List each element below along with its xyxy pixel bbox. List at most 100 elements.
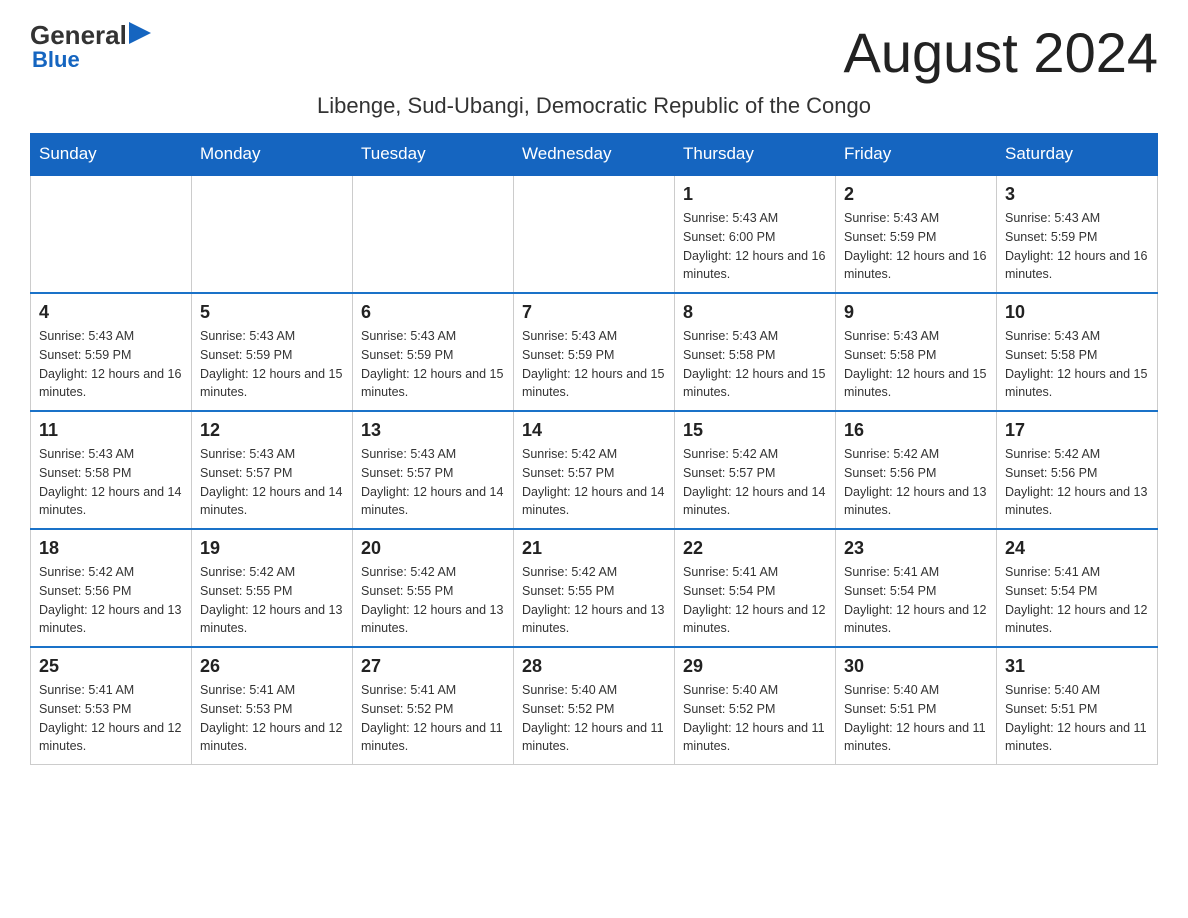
calendar-week-4: 18Sunrise: 5:42 AM Sunset: 5:56 PM Dayli… bbox=[31, 529, 1158, 647]
calendar-cell bbox=[353, 175, 514, 293]
day-number: 12 bbox=[200, 420, 344, 441]
day-number: 5 bbox=[200, 302, 344, 323]
calendar-cell: 31 Sunrise: 5:40 AM Sunset: 5:51 PM Dayli… bbox=[997, 647, 1158, 765]
day-info: Sunrise: 5:43 AM Sunset: 5:59 PM Dayligh… bbox=[39, 327, 183, 402]
day-info: Sunrise: 5:43 AM Sunset: 5:57 PM Dayligh… bbox=[200, 445, 344, 520]
calendar-cell: 29Sunrise: 5:40 AM Sunset: 5:52 PM Dayli… bbox=[675, 647, 836, 765]
day-info: Sunrise: 5:40 AM Sunset: 5:52 PM Dayligh… bbox=[522, 681, 666, 756]
calendar-week-5: 25 Sunrise: 5:41 AM Sunset: 5:53 PM Dayli… bbox=[31, 647, 1158, 765]
day-info: Sunrise: 5:42 AM Sunset: 5:55 PM Dayligh… bbox=[361, 563, 505, 638]
calendar-cell: 15 Sunrise: 5:42 AM Sunset: 5:57 PM Dayli… bbox=[675, 411, 836, 529]
day-info: Sunrise: 5:42 AM Sunset: 5:55 PM Dayligh… bbox=[522, 563, 666, 638]
calendar-cell: 23 Sunrise: 5:41 AM Sunset: 5:54 PM Dayli… bbox=[836, 529, 997, 647]
day-info: Sunrise: 5:43 AM Sunset: 5:59 PM Dayligh… bbox=[522, 327, 666, 402]
weekday-header-friday: Friday bbox=[836, 134, 997, 176]
day-info: Sunrise: 5:43 AM Sunset: 6:00 PM Dayligh… bbox=[683, 209, 827, 284]
day-number: 8 bbox=[683, 302, 827, 323]
day-info: Sunrise: 5:42 AM Sunset: 5:57 PM Dayligh… bbox=[683, 445, 827, 520]
day-number: 13 bbox=[361, 420, 505, 441]
weekday-header-saturday: Saturday bbox=[997, 134, 1158, 176]
calendar-cell: 9Sunrise: 5:43 AM Sunset: 5:58 PM Daylig… bbox=[836, 293, 997, 411]
weekday-header-monday: Monday bbox=[192, 134, 353, 176]
calendar-cell: 21 Sunrise: 5:42 AM Sunset: 5:55 PM Dayli… bbox=[514, 529, 675, 647]
day-info: Sunrise: 5:40 AM Sunset: 5:51 PM Dayligh… bbox=[844, 681, 988, 756]
calendar-week-1: 1 Sunrise: 5:43 AM Sunset: 6:00 PM Daylig… bbox=[31, 175, 1158, 293]
day-info: Sunrise: 5:42 AM Sunset: 5:56 PM Dayligh… bbox=[844, 445, 988, 520]
weekday-header-thursday: Thursday bbox=[675, 134, 836, 176]
calendar-cell: 20 Sunrise: 5:42 AM Sunset: 5:55 PM Dayli… bbox=[353, 529, 514, 647]
calendar-cell: 3 Sunrise: 5:43 AM Sunset: 5:59 PM Daylig… bbox=[997, 175, 1158, 293]
day-number: 10 bbox=[1005, 302, 1149, 323]
day-number: 17 bbox=[1005, 420, 1149, 441]
calendar-cell bbox=[31, 175, 192, 293]
calendar-cell: 2 Sunrise: 5:43 AM Sunset: 5:59 PM Daylig… bbox=[836, 175, 997, 293]
page-header: General Blue August 2024 bbox=[30, 20, 1158, 85]
calendar-body: 1 Sunrise: 5:43 AM Sunset: 6:00 PM Daylig… bbox=[31, 175, 1158, 765]
day-info: Sunrise: 5:43 AM Sunset: 5:59 PM Dayligh… bbox=[844, 209, 988, 284]
logo-arrow-icon bbox=[129, 22, 151, 44]
day-info: Sunrise: 5:40 AM Sunset: 5:52 PM Dayligh… bbox=[683, 681, 827, 756]
day-number: 27 bbox=[361, 656, 505, 677]
day-number: 26 bbox=[200, 656, 344, 677]
calendar-cell: 13 Sunrise: 5:43 AM Sunset: 5:57 PM Dayli… bbox=[353, 411, 514, 529]
weekday-header-wednesday: Wednesday bbox=[514, 134, 675, 176]
day-number: 31 bbox=[1005, 656, 1149, 677]
calendar-cell: 14 Sunrise: 5:42 AM Sunset: 5:57 PM Dayli… bbox=[514, 411, 675, 529]
day-number: 15 bbox=[683, 420, 827, 441]
calendar-cell: 5Sunrise: 5:43 AM Sunset: 5:59 PM Daylig… bbox=[192, 293, 353, 411]
day-info: Sunrise: 5:43 AM Sunset: 5:58 PM Dayligh… bbox=[39, 445, 183, 520]
day-number: 25 bbox=[39, 656, 183, 677]
weekday-header-sunday: Sunday bbox=[31, 134, 192, 176]
day-info: Sunrise: 5:42 AM Sunset: 5:56 PM Dayligh… bbox=[1005, 445, 1149, 520]
day-number: 3 bbox=[1005, 184, 1149, 205]
day-number: 28 bbox=[522, 656, 666, 677]
day-info: Sunrise: 5:43 AM Sunset: 5:59 PM Dayligh… bbox=[361, 327, 505, 402]
day-info: Sunrise: 5:41 AM Sunset: 5:54 PM Dayligh… bbox=[844, 563, 988, 638]
calendar-cell bbox=[192, 175, 353, 293]
calendar-cell: 4Sunrise: 5:43 AM Sunset: 5:59 PM Daylig… bbox=[31, 293, 192, 411]
calendar-cell: 18Sunrise: 5:42 AM Sunset: 5:56 PM Dayli… bbox=[31, 529, 192, 647]
calendar-cell: 8 Sunrise: 5:43 AM Sunset: 5:58 PM Daylig… bbox=[675, 293, 836, 411]
day-number: 9 bbox=[844, 302, 988, 323]
day-number: 16 bbox=[844, 420, 988, 441]
logo: General Blue bbox=[30, 20, 151, 73]
calendar-cell: 11Sunrise: 5:43 AM Sunset: 5:58 PM Dayli… bbox=[31, 411, 192, 529]
day-number: 1 bbox=[683, 184, 827, 205]
day-number: 23 bbox=[844, 538, 988, 559]
calendar-cell: 6Sunrise: 5:43 AM Sunset: 5:59 PM Daylig… bbox=[353, 293, 514, 411]
day-number: 2 bbox=[844, 184, 988, 205]
calendar-cell: 19Sunrise: 5:42 AM Sunset: 5:55 PM Dayli… bbox=[192, 529, 353, 647]
location-title: Libenge, Sud-Ubangi, Democratic Republic… bbox=[30, 93, 1158, 119]
calendar-header-row: SundayMondayTuesdayWednesdayThursdayFrid… bbox=[31, 134, 1158, 176]
calendar-cell: 28 Sunrise: 5:40 AM Sunset: 5:52 PM Dayli… bbox=[514, 647, 675, 765]
day-info: Sunrise: 5:41 AM Sunset: 5:52 PM Dayligh… bbox=[361, 681, 505, 756]
weekday-header-tuesday: Tuesday bbox=[353, 134, 514, 176]
day-info: Sunrise: 5:42 AM Sunset: 5:57 PM Dayligh… bbox=[522, 445, 666, 520]
day-info: Sunrise: 5:43 AM Sunset: 5:58 PM Dayligh… bbox=[1005, 327, 1149, 402]
calendar-cell: 16 Sunrise: 5:42 AM Sunset: 5:56 PM Dayli… bbox=[836, 411, 997, 529]
day-info: Sunrise: 5:43 AM Sunset: 5:58 PM Dayligh… bbox=[683, 327, 827, 402]
day-info: Sunrise: 5:42 AM Sunset: 5:55 PM Dayligh… bbox=[200, 563, 344, 638]
day-number: 14 bbox=[522, 420, 666, 441]
calendar-cell: 25 Sunrise: 5:41 AM Sunset: 5:53 PM Dayli… bbox=[31, 647, 192, 765]
day-info: Sunrise: 5:43 AM Sunset: 5:57 PM Dayligh… bbox=[361, 445, 505, 520]
day-info: Sunrise: 5:41 AM Sunset: 5:53 PM Dayligh… bbox=[39, 681, 183, 756]
day-number: 20 bbox=[361, 538, 505, 559]
day-number: 30 bbox=[844, 656, 988, 677]
day-info: Sunrise: 5:43 AM Sunset: 5:59 PM Dayligh… bbox=[1005, 209, 1149, 284]
calendar-cell: 24Sunrise: 5:41 AM Sunset: 5:54 PM Dayli… bbox=[997, 529, 1158, 647]
calendar-cell: 27 Sunrise: 5:41 AM Sunset: 5:52 PM Dayli… bbox=[353, 647, 514, 765]
day-info: Sunrise: 5:40 AM Sunset: 5:51 PM Dayligh… bbox=[1005, 681, 1149, 756]
day-number: 18 bbox=[39, 538, 183, 559]
calendar-cell bbox=[514, 175, 675, 293]
month-title: August 2024 bbox=[844, 20, 1158, 85]
logo-blue: Blue bbox=[32, 47, 151, 73]
day-number: 21 bbox=[522, 538, 666, 559]
calendar-cell: 26Sunrise: 5:41 AM Sunset: 5:53 PM Dayli… bbox=[192, 647, 353, 765]
calendar-cell: 10 Sunrise: 5:43 AM Sunset: 5:58 PM Dayli… bbox=[997, 293, 1158, 411]
day-number: 22 bbox=[683, 538, 827, 559]
day-number: 7 bbox=[522, 302, 666, 323]
calendar-week-2: 4Sunrise: 5:43 AM Sunset: 5:59 PM Daylig… bbox=[31, 293, 1158, 411]
day-info: Sunrise: 5:41 AM Sunset: 5:54 PM Dayligh… bbox=[683, 563, 827, 638]
day-info: Sunrise: 5:41 AM Sunset: 5:54 PM Dayligh… bbox=[1005, 563, 1149, 638]
